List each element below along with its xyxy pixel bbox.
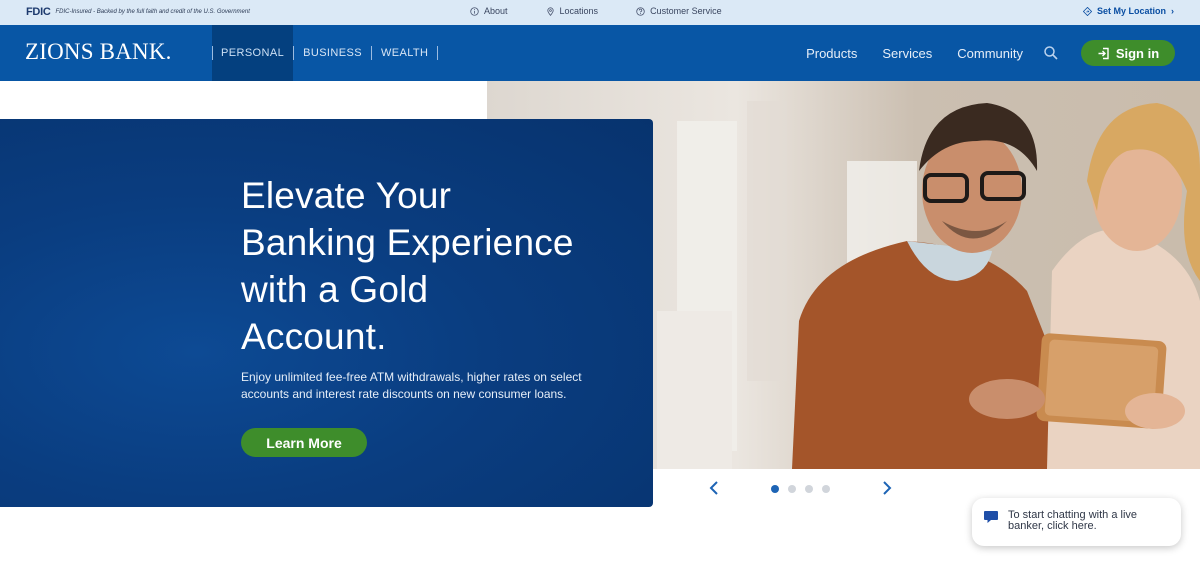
hero-title-line: with a Gold xyxy=(241,269,429,310)
page: FDIC FDIC-Insured - Backed by the full f… xyxy=(0,0,1200,563)
chevron-right-small-icon: › xyxy=(1171,6,1174,16)
about-link[interactable]: About xyxy=(470,6,508,16)
sign-in-icon xyxy=(1098,47,1109,59)
live-chat-widget[interactable]: To start chatting with a live banker, cl… xyxy=(972,498,1181,546)
fdic-logo: FDIC xyxy=(26,6,51,18)
diamond-arrow-icon xyxy=(1082,6,1092,16)
fdic-notice: FDIC FDIC-Insured - Backed by the full f… xyxy=(26,6,250,18)
hero-title-line: Elevate Your xyxy=(241,175,452,216)
locations-label: Locations xyxy=(559,6,599,16)
utility-bar: FDIC FDIC-Insured - Backed by the full f… xyxy=(0,0,1200,25)
nav-products[interactable]: Products xyxy=(806,46,857,61)
segment-tabs: PERSONAL BUSINESS WEALTH xyxy=(212,25,439,81)
carousel-dot[interactable] xyxy=(805,485,813,493)
utility-links: About Locations Customer Service xyxy=(470,6,722,16)
nav-services[interactable]: Services xyxy=(882,46,932,61)
question-icon xyxy=(636,6,645,16)
tab-personal[interactable]: PERSONAL xyxy=(212,25,294,81)
set-location-link[interactable]: Set My Location › xyxy=(1082,6,1174,16)
chat-text: To start chatting with a live banker, cl… xyxy=(1008,509,1138,532)
search-icon[interactable] xyxy=(1043,45,1059,61)
nav-right: Products Services Community Sign in xyxy=(806,25,1175,81)
customer-service-link[interactable]: Customer Service xyxy=(636,6,722,16)
location-pin-icon xyxy=(546,6,554,16)
carousel-dot[interactable] xyxy=(822,485,830,493)
fdic-text: FDIC-Insured - Backed by the full faith … xyxy=(55,9,250,15)
set-location-label: Set My Location xyxy=(1096,6,1166,16)
learn-more-button[interactable]: Learn More xyxy=(241,428,367,457)
hero-title-line: Banking Experience xyxy=(241,222,574,263)
chevron-left-icon[interactable] xyxy=(707,479,721,497)
brand-logo[interactable]: ZIONS BANK. xyxy=(25,39,172,65)
customer-service-label: Customer Service xyxy=(650,6,722,16)
carousel-dot[interactable] xyxy=(788,485,796,493)
tab-wealth[interactable]: WEALTH xyxy=(372,25,437,81)
main-nav: ZIONS BANK. PERSONAL BUSINESS WEALTH Pro… xyxy=(0,25,1200,81)
carousel-dot[interactable] xyxy=(771,485,779,493)
hero-title: Elevate Your Banking Experience with a G… xyxy=(241,172,631,360)
carousel-dots xyxy=(771,485,830,493)
sign-in-button[interactable]: Sign in xyxy=(1081,40,1175,66)
segment-divider xyxy=(437,46,439,60)
hero-title-line: Account. xyxy=(241,316,387,357)
tab-business[interactable]: BUSINESS xyxy=(294,25,371,81)
info-icon xyxy=(470,6,479,16)
chevron-right-icon[interactable] xyxy=(880,479,894,497)
chat-bubble-icon xyxy=(984,511,998,523)
locations-link[interactable]: Locations xyxy=(546,6,599,16)
hero-subtitle: Enjoy unlimited fee-free ATM withdrawals… xyxy=(241,370,582,401)
segment-divider xyxy=(212,46,213,60)
about-label: About xyxy=(484,6,508,16)
sign-in-label: Sign in xyxy=(1115,45,1160,61)
nav-community[interactable]: Community xyxy=(957,46,1023,61)
